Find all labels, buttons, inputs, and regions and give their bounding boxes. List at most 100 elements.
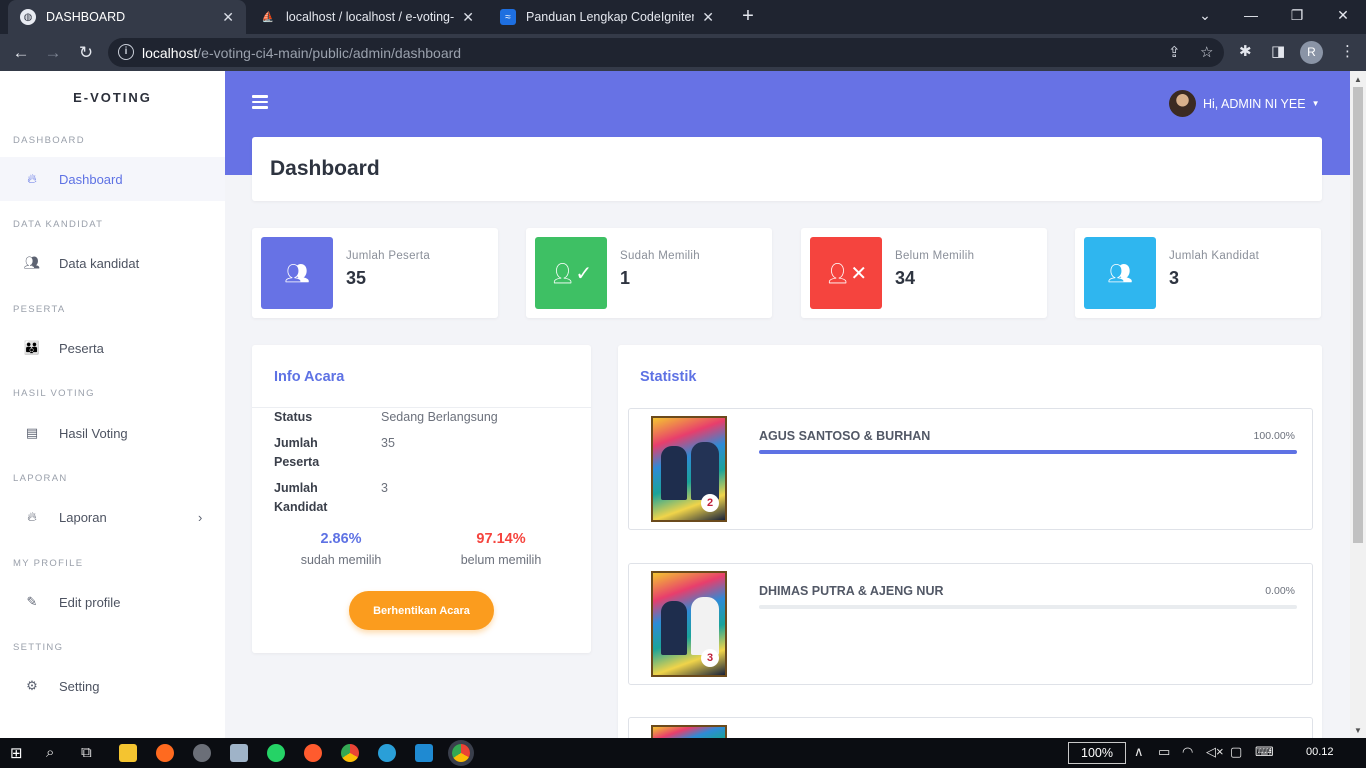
menu-dots-icon[interactable]: ⋮ (1340, 42, 1355, 60)
cogs-icon: ⚙ (26, 678, 38, 693)
user-check-icon: 👤︎✓ (535, 237, 607, 309)
chrome-active-icon[interactable] (452, 744, 470, 762)
sidebar-item-label: Setting (59, 678, 100, 694)
users-icon: 👥︎ (261, 237, 333, 309)
sidebar-heading-hasil-voting: HASIL VOTING (13, 388, 95, 399)
voted-pct-label: sudah memilih (300, 553, 382, 567)
battery-icon[interactable]: ▭ (1158, 744, 1170, 760)
vscode-icon[interactable] (415, 744, 433, 762)
candidate-poster-image: 2 (651, 416, 727, 522)
stat-label: Sudah Memilih (620, 250, 700, 262)
photos-icon[interactable] (230, 744, 248, 762)
candidate-number: 3 (701, 649, 719, 667)
user-edit-icon: ✎ (26, 594, 38, 609)
chevron-up-icon[interactable]: ∧ (1134, 744, 1144, 760)
forward-arrow-icon[interactable]: → (40, 40, 66, 66)
stat-card-belum-memilih: 👤︎✕ Belum Memilih 34 (801, 228, 1047, 318)
sidebar-item-dashboard[interactable]: 🔥︎ Dashboard (0, 157, 225, 201)
hamburger-menu-icon[interactable] (252, 95, 268, 109)
info-value: 3 (381, 481, 388, 495)
fire-icon: 🔥︎ (27, 171, 37, 186)
sidebar-heading-dashboard: DASHBOARD (13, 135, 85, 146)
not-voted-pct-value: 97.14% (476, 531, 526, 547)
sidebar-item-label: Edit profile (59, 594, 121, 610)
stat-label: Jumlah Kandidat (1169, 250, 1260, 262)
side-panel-icon[interactable]: ◨ (1271, 42, 1285, 60)
sidebar-item-edit-profile[interactable]: ✎ Edit profile (0, 580, 225, 624)
stat-value: 34 (895, 268, 916, 288)
tab-search-icon[interactable]: ⌄ (1182, 0, 1228, 30)
page-scrollbar[interactable]: ▲ ▼ (1350, 71, 1366, 738)
user-times-icon: 👤︎✕ (810, 237, 882, 309)
info-key: Jumlah Kandidat (274, 481, 328, 514)
sidebar-item-data-kandidat[interactable]: 👥︎ Data kandidat (0, 241, 225, 285)
speaker-muted-icon[interactable]: ◁× (1206, 744, 1224, 760)
scrollbar-thumb[interactable] (1353, 87, 1363, 543)
notification-icon[interactable]: ▢ (1230, 744, 1242, 760)
sidebar-heading-laporan: LAPORAN (13, 473, 68, 484)
close-icon[interactable]: ✕ (222, 9, 234, 26)
file-explorer-icon[interactable] (119, 744, 137, 762)
maximize-button[interactable]: ❐ (1274, 0, 1320, 30)
chevron-right-icon: › (198, 509, 203, 525)
candidate-progress-bar (759, 605, 1297, 609)
edge-icon[interactable] (378, 744, 396, 762)
close-icon[interactable]: ✕ (462, 9, 474, 26)
firefox-icon[interactable] (156, 744, 174, 762)
task-view-icon[interactable]: ⧉ (81, 744, 92, 761)
scroll-up-icon[interactable]: ▲ (1354, 75, 1362, 84)
share-icon[interactable]: ⇪ (1168, 43, 1181, 61)
sidebar-item-setting[interactable]: ⚙ Setting (0, 664, 225, 708)
bookmark-star-icon[interactable]: ☆ (1200, 43, 1213, 61)
back-arrow-icon[interactable]: ← (8, 40, 34, 66)
postman-icon[interactable] (304, 744, 322, 762)
close-icon[interactable]: ✕ (702, 9, 714, 26)
candidate-name: DHIMAS PUTRA & AJENG NUR (759, 584, 944, 598)
address-bar: ← → ↻ i localhost/e-voting-ci4-main/publ… (0, 34, 1366, 71)
sidebar-heading-peserta: PESERTA (13, 304, 66, 315)
scroll-down-icon[interactable]: ▼ (1354, 726, 1362, 735)
info-icon[interactable]: i (118, 44, 134, 60)
candidate-row: 3 DHIMAS PUTRA & AJENG NUR 0.00% (628, 563, 1313, 685)
wifi-icon[interactable]: ◠ (1182, 744, 1193, 760)
reload-icon[interactable]: ↻ (73, 40, 99, 66)
stat-value: 35 (346, 268, 367, 288)
profile-avatar[interactable]: R (1300, 41, 1323, 64)
sidebar-item-peserta[interactable]: 👪︎ Peserta (0, 326, 225, 370)
candidate-poster-image (651, 725, 727, 738)
brand-logo-text[interactable]: E-VOTING (0, 90, 225, 105)
close-window-button[interactable]: ✕ (1320, 0, 1366, 30)
info-value: 35 (381, 436, 395, 450)
minimize-button[interactable]: — (1228, 0, 1274, 30)
sidebar-item-hasil-voting[interactable]: ▤ Hasil Voting (0, 411, 225, 455)
card-title: Info Acara (274, 369, 345, 385)
taskbar-clock[interactable]: 00.12 (1306, 746, 1334, 758)
candidate-percent: 0.00% (1265, 585, 1295, 597)
voted-percentage: 2.86% sudah memilih (261, 531, 421, 567)
sidebar-item-label: Laporan (59, 509, 107, 525)
new-tab-button[interactable]: + (736, 5, 760, 29)
windows-taskbar: ⊞ ⌕ ⧉ 100% ∧ ▭ ◠ ◁× ▢ ⌨ 00.12 (0, 738, 1366, 768)
browser-tab-codeigniter[interactable]: ≈ Panduan Lengkap CodeIgniter 4 ✕ (488, 0, 726, 34)
chrome-icon[interactable] (341, 744, 359, 762)
zoom-level[interactable]: 100% (1068, 742, 1126, 764)
browser-tab-phpmyadmin[interactable]: ⛵ localhost / localhost / e-voting-ci4 ✕ (248, 0, 486, 34)
sidebar-item-laporan[interactable]: 🔥︎ Laporan › (0, 495, 225, 539)
whatsapp-icon[interactable] (267, 744, 285, 762)
app-icon[interactable] (193, 744, 211, 762)
extensions-puzzle-icon[interactable]: ✱ (1239, 42, 1252, 60)
url-field[interactable]: i localhost/e-voting-ci4-main/public/adm… (108, 38, 1224, 67)
user-menu[interactable]: Hi, ADMIN NI YEE ▼ (1169, 90, 1320, 117)
keyboard-icon[interactable]: ⌨ (1255, 744, 1274, 760)
stat-value: 3 (1169, 268, 1180, 288)
not-voted-percentage: 97.14% belum memilih (421, 531, 581, 567)
search-icon[interactable]: ⌕ (46, 744, 54, 761)
app-viewport: E-VOTING DASHBOARD 🔥︎ Dashboard DATA KAN… (0, 71, 1350, 738)
windows-start-icon[interactable]: ⊞ (10, 744, 23, 762)
candidate-row: 2 AGUS SANTOSO & BURHAN 100.00% (628, 408, 1313, 530)
stat-label: Jumlah Peserta (346, 250, 431, 262)
stop-event-button[interactable]: Berhentikan Acara (349, 591, 494, 630)
candidate-row-partial (628, 717, 1313, 738)
candidate-number: 2 (701, 494, 719, 512)
browser-tab-dashboard[interactable]: ◍ DASHBOARD ✕ (8, 0, 246, 34)
